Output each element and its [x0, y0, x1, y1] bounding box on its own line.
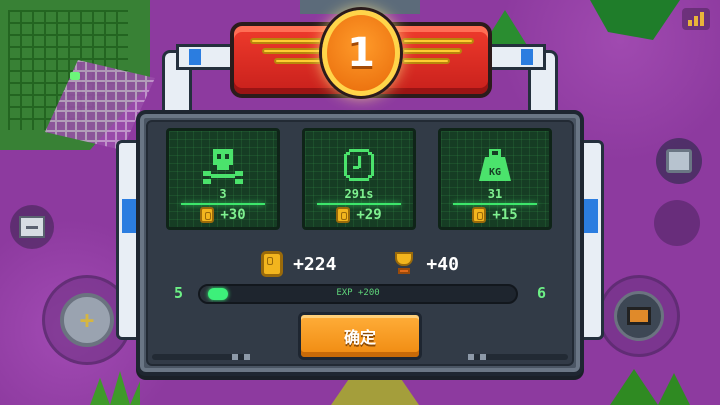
- weight-unit: KG: [489, 167, 501, 178]
- divider: [453, 203, 537, 205]
- decor-dot: [480, 354, 486, 360]
- divider: [181, 203, 265, 205]
- decor-dot: [244, 354, 250, 360]
- vehicle-button[interactable]: [656, 138, 702, 184]
- next-level: 6: [536, 284, 546, 302]
- coin-icon: [336, 207, 351, 223]
- pipe-stripe: [584, 199, 598, 233]
- weapon-icon: [627, 307, 651, 325]
- confirm-button[interactable]: 确定: [298, 312, 422, 360]
- coin-reward-value: +224: [293, 253, 337, 275]
- action-slot-button[interactable]: [654, 200, 700, 246]
- pipe-stripe: [189, 49, 201, 65]
- crate-button[interactable]: [10, 205, 54, 249]
- left-wing-icon: [250, 38, 332, 72]
- weight-bonus: +15: [441, 207, 549, 223]
- divider: [317, 203, 401, 205]
- pipe-stripe: [521, 49, 533, 65]
- stat-card-weight: KG 31 +15: [438, 128, 552, 230]
- kills-bonus: +30: [169, 207, 277, 223]
- weight-bonus-value: +15: [492, 207, 518, 223]
- kills-value: 3: [219, 187, 227, 201]
- player-marker-icon: [70, 72, 80, 80]
- signal-icon[interactable]: [682, 8, 710, 30]
- trophy-reward-value: +40: [426, 253, 459, 275]
- coin-icon: [200, 207, 215, 223]
- current-level: 5: [174, 284, 184, 302]
- coin-icon: [261, 251, 284, 277]
- coin-reward: +224: [261, 251, 336, 277]
- fire-button[interactable]: [598, 275, 680, 357]
- skull-icon: [193, 143, 253, 187]
- vehicle-icon: [666, 149, 692, 173]
- decor-dot: [232, 354, 238, 360]
- stat-card-time: 291s +29: [302, 128, 416, 230]
- trophy-icon: [392, 252, 416, 276]
- trophy-reward: +40: [392, 252, 459, 276]
- kills-bonus-value: +30: [220, 207, 246, 223]
- coin-icon: [472, 207, 487, 223]
- crate-icon: [19, 216, 45, 238]
- weight-value: 31: [487, 187, 503, 201]
- time-value: 291s: [344, 187, 374, 201]
- right-wing-icon: [392, 38, 474, 72]
- weapon-button-face: [614, 291, 664, 341]
- weight-icon: KG: [465, 143, 525, 187]
- rank-medal: 1: [322, 10, 400, 96]
- joystick-knob-icon[interactable]: +: [60, 293, 114, 347]
- clock-icon: [329, 143, 389, 187]
- experience-bar: EXP +200: [198, 284, 518, 304]
- rewards-row: +224 +40: [146, 250, 574, 278]
- pipe-stripe: [122, 199, 136, 233]
- time-bonus-value: +29: [356, 207, 382, 223]
- time-bonus: +29: [305, 207, 413, 223]
- stat-card-kills: 3 +30: [166, 128, 280, 230]
- experience-row: 5 EXP +200 6: [168, 282, 552, 306]
- experience-label: EXP +200: [336, 288, 380, 298]
- decor-dot: [468, 354, 474, 360]
- rank-number: 1: [347, 30, 375, 76]
